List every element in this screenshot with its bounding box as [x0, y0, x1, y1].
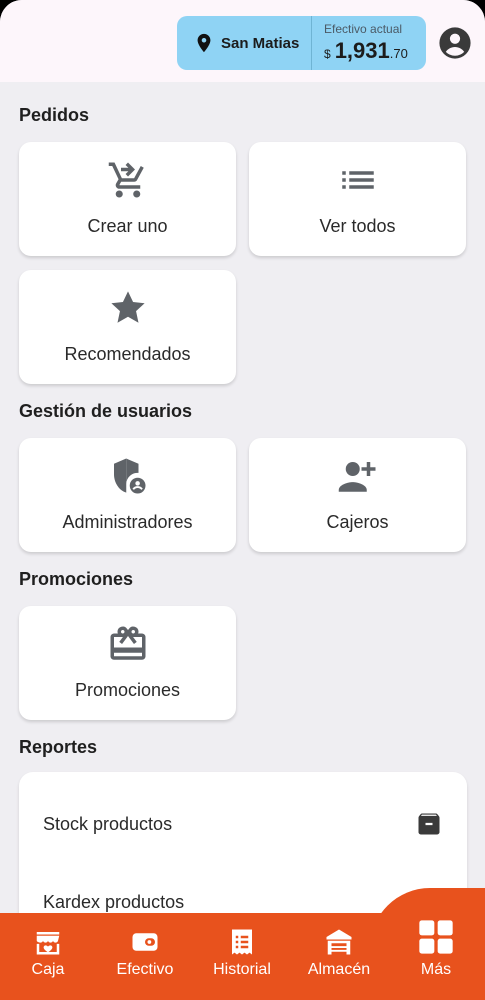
- location-selector[interactable]: San Matias: [177, 16, 312, 70]
- admins-card[interactable]: Administradores: [19, 438, 236, 552]
- warehouse-icon: [326, 929, 352, 955]
- app-screen: San Matias Efectivo actual $ 1,931 .70 P…: [0, 0, 485, 1000]
- admin-shield-icon: [113, 458, 145, 494]
- add-to-cart-icon: [108, 162, 144, 198]
- nav-historial[interactable]: Historial: [197, 927, 287, 979]
- view-all-orders-card[interactable]: Ver todos: [249, 142, 466, 256]
- nav-caja[interactable]: Caja: [3, 927, 93, 979]
- admins-label: Administradores: [62, 512, 193, 532]
- account-icon[interactable]: [438, 26, 472, 60]
- location-name: San Matias: [221, 34, 300, 52]
- list-icon: [341, 171, 374, 189]
- promotions-card[interactable]: Promociones: [19, 606, 236, 720]
- cashiers-label: Cajeros: [326, 512, 389, 532]
- recommended-label: Recomendados: [64, 344, 191, 364]
- recommended-card[interactable]: Recomendados: [19, 270, 236, 384]
- section-title-reportes: Reportes: [19, 737, 98, 757]
- section-title-pedidos: Pedidos: [19, 105, 90, 125]
- location-pin-icon: [197, 33, 211, 53]
- cash-label: Efectivo actual: [324, 22, 403, 36]
- nav-historial-label: Historial: [213, 961, 271, 978]
- nav-almacen[interactable]: Almacén: [294, 927, 384, 979]
- cash-balance: Efectivo actual $ 1,931 .70: [312, 22, 408, 64]
- nav-efectivo[interactable]: Efectivo: [100, 927, 190, 979]
- nav-mas[interactable]: Más: [391, 917, 481, 979]
- create-order-label: Crear uno: [87, 216, 168, 236]
- section-title-usuarios: Gestión de usuarios: [19, 401, 193, 421]
- cash-integer: 1,931: [334, 38, 390, 63]
- wallet-icon: [132, 933, 158, 951]
- promotions-label: Promociones: [74, 680, 181, 700]
- report-kardex-products[interactable]: Kardex productos: [43, 892, 184, 913]
- nav-efectivo-label: Efectivo: [116, 961, 174, 978]
- section-title-promociones: Promociones: [19, 569, 134, 589]
- cash-decimal: .70: [389, 46, 408, 61]
- person-add-icon: [338, 462, 375, 492]
- nav-mas-label: Más: [420, 961, 452, 978]
- grid-icon: [419, 920, 453, 954]
- nav-almacen-label: Almacén: [307, 961, 371, 978]
- nav-caja-label: Caja: [31, 961, 65, 978]
- archive-icon: [418, 813, 440, 835]
- report-stock-products[interactable]: Stock productos: [43, 814, 172, 835]
- store-icon: [36, 932, 60, 955]
- receipt-icon: [232, 929, 252, 955]
- view-all-label: Ver todos: [319, 216, 396, 236]
- location-cash-chip[interactable]: San Matias Efectivo actual $ 1,931 .70: [177, 16, 426, 70]
- cashiers-card[interactable]: Cajeros: [249, 438, 466, 552]
- gift-card-icon: [110, 626, 145, 660]
- currency-symbol: $: [324, 47, 331, 61]
- create-order-card[interactable]: Crear uno: [19, 142, 236, 256]
- star-icon: [110, 291, 145, 323]
- top-bar: San Matias Efectivo actual $ 1,931 .70: [0, 0, 485, 82]
